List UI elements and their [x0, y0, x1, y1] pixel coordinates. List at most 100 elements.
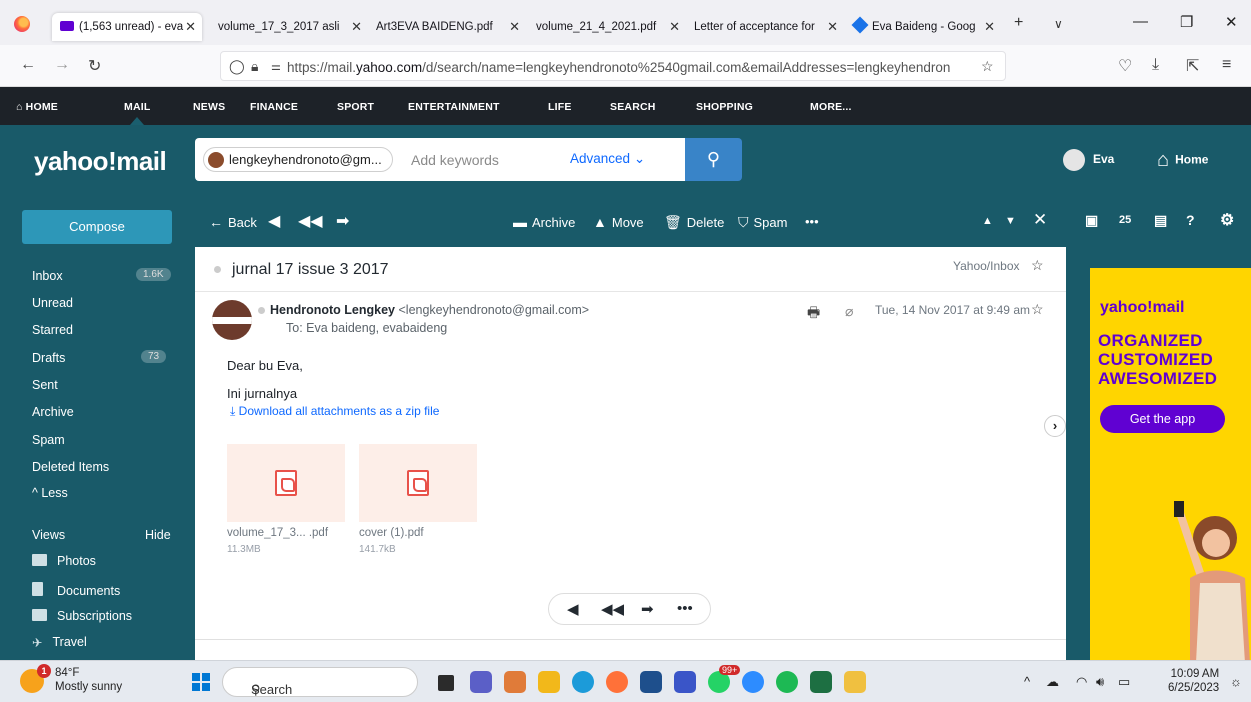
reply-icon[interactable]: ◀	[567, 600, 579, 618]
star-icon[interactable]: ☆	[1031, 301, 1044, 318]
url-bar[interactable]: ◯ 🔒︎ ⚌ https://mail.yahoo.com/d/search/n…	[220, 51, 1006, 81]
more-button[interactable]: •••	[805, 214, 819, 229]
nav-news[interactable]: NEWS	[193, 101, 225, 113]
sidebar-item-archive[interactable]: Archive	[32, 405, 74, 419]
restore-icon[interactable]: ❐	[1180, 13, 1193, 31]
contacts-icon[interactable]: ▣	[1085, 212, 1098, 229]
forward-arrow-icon[interactable]: →	[54, 56, 70, 74]
tab-yahoo-mail[interactable]: (1,563 unread) - eva ✕	[52, 13, 202, 41]
taskbar-search[interactable]: ⚲ Search	[222, 667, 418, 697]
chevron-right-icon[interactable]: ›	[1044, 415, 1066, 437]
downloads-icon[interactable]: ⤓	[1152, 56, 1159, 74]
file-explorer-icon[interactable]	[538, 671, 560, 693]
sender-line[interactable]: Hendronoto Lengkey <lengkeyhendronoto@gm…	[270, 303, 589, 317]
nav-more[interactable]: MORE...	[810, 101, 852, 113]
attachment-thumbnail[interactable]	[359, 444, 477, 522]
tab-letter-of-acceptance[interactable]: Letter of acceptance for ✕	[686, 13, 844, 41]
volume-icon[interactable]: 🔊︎	[1096, 674, 1104, 690]
spam-button[interactable]: ⛉ Spam	[738, 214, 787, 231]
tab-art3eva[interactable]: Art3EVA BAIDENG.pdf ✕	[368, 13, 526, 41]
reload-icon[interactable]: ↻	[88, 56, 101, 76]
system-clock[interactable]: 10:09 AM 6/25/2023	[1168, 667, 1219, 695]
search-contact-chip[interactable]: lengkeyhendronoto@gm...	[203, 147, 393, 172]
print-icon[interactable]: 🖶︎	[807, 302, 820, 326]
reply-all-icon[interactable]: ◀◀	[601, 600, 624, 618]
vlc-icon[interactable]	[504, 671, 526, 693]
firefox-taskbar-icon[interactable]	[606, 671, 628, 693]
close-tab-icon[interactable]: ✕	[827, 13, 838, 41]
bookmark-star-icon[interactable]: ☆	[981, 58, 994, 75]
star-icon[interactable]: ☆	[1031, 257, 1044, 274]
close-window-icon[interactable]: ✕	[1225, 13, 1238, 31]
reply-icon[interactable]: ◀	[268, 211, 280, 231]
compose-button[interactable]: Compose	[22, 210, 172, 244]
firefox-icon[interactable]	[14, 16, 30, 32]
help-icon[interactable]: ?	[1186, 212, 1195, 228]
close-icon[interactable]: ✕	[1033, 210, 1047, 230]
sidebar-item-unread[interactable]: Unread	[32, 296, 73, 310]
menu-icon[interactable]: ≡	[1222, 56, 1231, 74]
list-tabs-icon[interactable]: ∨	[1054, 17, 1063, 31]
archive-button[interactable]: ▬ Archive	[513, 214, 575, 230]
search-box[interactable]: lengkeyhendronoto@gm... Add keywords Adv…	[195, 138, 685, 181]
share-icon[interactable]: ⇱	[1186, 56, 1199, 76]
sidebar-item-subscriptions[interactable]: Subscriptions	[32, 609, 132, 623]
read-status-dot[interactable]	[214, 266, 221, 273]
search-input[interactable]: Add keywords	[411, 152, 499, 168]
close-tab-icon[interactable]: ✕	[185, 13, 196, 41]
weather-widget[interactable]: 84°F Mostly sunny	[55, 666, 122, 694]
more-icon[interactable]: •••	[677, 600, 693, 617]
tab-google[interactable]: Eva Baideng - Goog ✕	[846, 13, 1001, 41]
show-hidden-icons[interactable]: ^	[1024, 674, 1030, 689]
nav-life[interactable]: LIFE	[548, 101, 572, 113]
less-toggle[interactable]: ^ Less	[32, 486, 68, 500]
back-button[interactable]: ← Back	[209, 214, 257, 230]
folder-label[interactable]: Yahoo/Inbox	[953, 259, 1020, 273]
gear-icon[interactable]: ⚙	[1220, 210, 1234, 230]
nav-sport[interactable]: SPORT	[337, 101, 374, 113]
onedrive-icon[interactable]: ☁	[1046, 674, 1059, 690]
lock-icon[interactable]: 🔒︎	[251, 58, 258, 75]
reply-all-icon[interactable]: ◀◀	[298, 211, 323, 231]
back-arrow-icon[interactable]: ←	[20, 56, 36, 74]
spotify-icon[interactable]	[776, 671, 798, 693]
shield-icon[interactable]: ◯	[229, 58, 245, 75]
attachment-name[interactable]: volume_17_3... .pdf	[227, 527, 328, 539]
sidebar-item-photos[interactable]: Photos	[32, 554, 96, 568]
attachment-name[interactable]: cover (1).pdf	[359, 527, 424, 539]
previous-message-icon[interactable]: ▲	[982, 215, 993, 227]
home-link[interactable]: ⌂ Home	[1157, 149, 1208, 172]
delete-button[interactable]: 🗑︎ Delete	[664, 214, 724, 231]
chat-icon[interactable]	[470, 671, 492, 693]
calendar-icon[interactable]: 25	[1119, 214, 1131, 226]
nav-search[interactable]: SEARCH	[610, 101, 656, 113]
close-tab-icon[interactable]: ✕	[351, 13, 362, 41]
move-button[interactable]: ▲ Move	[593, 214, 644, 230]
task-view-icon[interactable]	[438, 675, 454, 691]
forward-icon[interactable]: ➡	[641, 600, 654, 618]
get-the-app-button[interactable]: Get the app	[1100, 405, 1225, 433]
battery-icon[interactable]: ▭	[1118, 674, 1130, 690]
sidebar-item-travel[interactable]: ✈ Travel	[32, 635, 87, 650]
search-button[interactable]: ⚲	[685, 138, 742, 181]
advanced-search-button[interactable]: Advanced ⌄	[570, 151, 645, 167]
edge-icon[interactable]	[572, 671, 594, 693]
nav-entertainment[interactable]: ENTERTAINMENT	[408, 101, 500, 113]
wifi-icon[interactable]: ◠	[1076, 674, 1087, 690]
app-icon[interactable]	[844, 671, 866, 693]
sidebar-item-deleted[interactable]: Deleted Items	[32, 460, 109, 474]
nav-shopping[interactable]: SHOPPING	[696, 101, 753, 113]
permissions-icon[interactable]: ⚌	[271, 60, 281, 73]
pocket-icon[interactable]: ♡	[1118, 56, 1132, 76]
sidebar-item-inbox[interactable]: Inbox	[32, 269, 63, 283]
tab-volume-17[interactable]: volume_17_3_2017 asli ✕	[210, 13, 368, 41]
recipients[interactable]: To: Eva baideng, evabaideng	[286, 321, 447, 335]
close-tab-icon[interactable]: ✕	[509, 13, 520, 41]
next-message-icon[interactable]: ▼	[1005, 215, 1016, 227]
store-icon[interactable]	[640, 671, 662, 693]
views-hide-button[interactable]: Hide	[145, 528, 171, 542]
tab-volume-21[interactable]: volume_21_4_2021.pdf ✕	[528, 13, 686, 41]
notepad-icon[interactable]: ▤	[1154, 212, 1167, 229]
sidebar-item-starred[interactable]: Starred	[32, 323, 73, 337]
sidebar-item-drafts[interactable]: Drafts	[32, 351, 65, 365]
